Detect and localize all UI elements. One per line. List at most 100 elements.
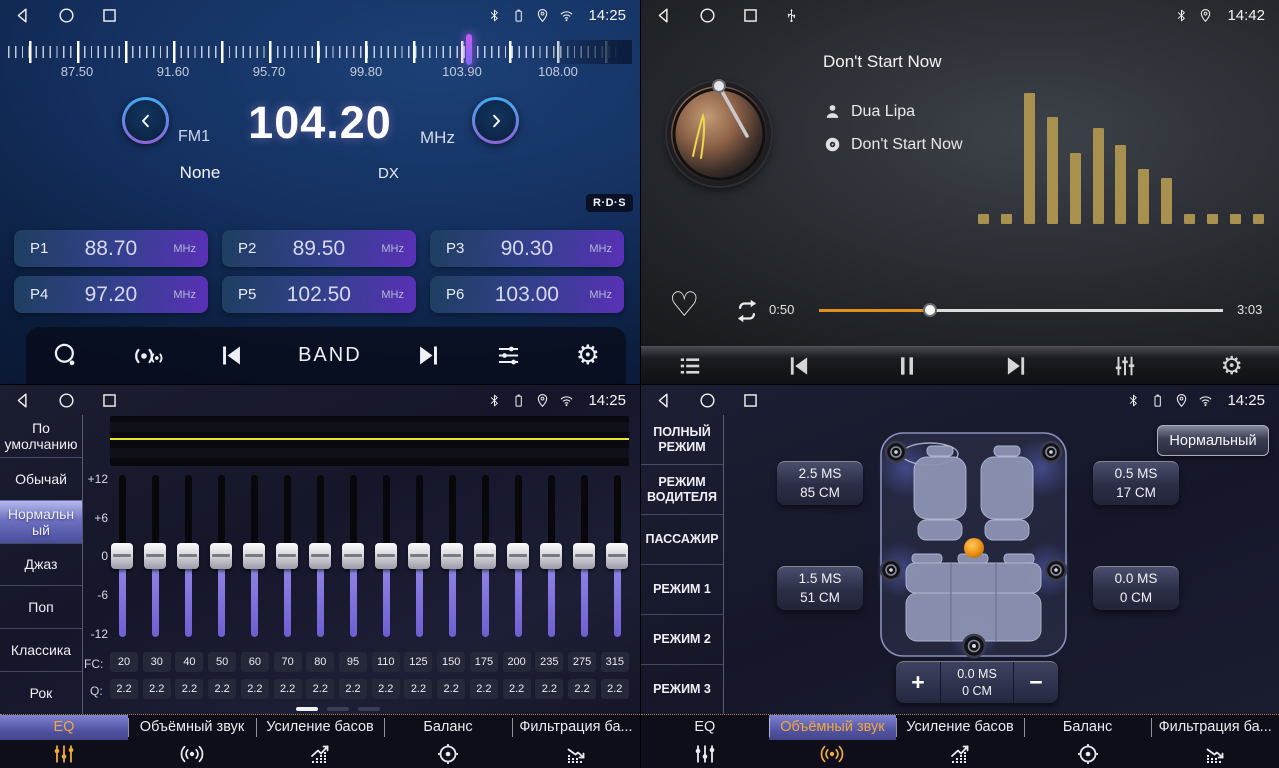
fc-value[interactable]: 95 <box>339 652 367 672</box>
eq-preset-item[interactable]: Поп <box>0 585 82 628</box>
tab-noise-filter[interactable]: Фильтрация ба... <box>512 715 640 768</box>
fc-value[interactable]: 40 <box>175 652 203 672</box>
back-icon[interactable] <box>655 391 674 410</box>
slider-handle[interactable] <box>111 543 133 569</box>
recent-apps-icon[interactable] <box>100 6 119 25</box>
q-value[interactable]: 2.2 <box>437 679 465 699</box>
eq-band-slider[interactable] <box>110 473 134 637</box>
sound-preset-button[interactable]: Нормальный <box>1157 425 1269 456</box>
q-value[interactable]: 2.2 <box>470 679 498 699</box>
eq-band-slider[interactable] <box>209 473 233 637</box>
slider-handle[interactable] <box>375 543 397 569</box>
q-value[interactable]: 2.2 <box>208 679 236 699</box>
fc-value[interactable]: 50 <box>208 652 236 672</box>
tab-surround[interactable]: Объёмный звук <box>769 715 897 768</box>
fc-value[interactable]: 30 <box>143 652 171 672</box>
back-icon[interactable] <box>655 6 674 25</box>
seek-up-button[interactable] <box>415 342 442 369</box>
band-button[interactable]: BAND <box>298 344 362 367</box>
eq-preset-item[interactable]: Классика <box>0 628 82 671</box>
preset-button[interactable]: P5 102.50 MHz <box>222 276 416 313</box>
tab-eq[interactable]: EQ <box>641 715 769 768</box>
tab-bass-boost[interactable]: Усиление басов <box>896 715 1024 768</box>
slider-handle[interactable] <box>276 543 298 569</box>
eq-preset-item[interactable]: Обычай <box>0 457 82 500</box>
fc-value[interactable]: 235 <box>535 652 563 672</box>
back-icon[interactable] <box>14 391 33 410</box>
eq-band-slider[interactable] <box>341 473 365 637</box>
slider-handle[interactable] <box>606 543 628 569</box>
q-value[interactable]: 2.2 <box>568 679 596 699</box>
tune-up-button[interactable] <box>472 97 519 144</box>
eq-band-slider[interactable] <box>473 473 497 637</box>
eq-preset-item[interactable]: Нормальный <box>0 500 82 543</box>
slider-handle[interactable] <box>210 543 232 569</box>
slider-handle[interactable] <box>144 543 166 569</box>
slider-handle[interactable] <box>243 543 265 569</box>
slider-handle[interactable] <box>441 543 463 569</box>
seek-thumb[interactable] <box>923 303 937 317</box>
aps-button[interactable] <box>132 340 164 372</box>
listening-mode-item[interactable]: ПОЛНЫЙ РЕЖИМ <box>641 415 723 464</box>
tab-bass-boost[interactable]: Усиление басов <box>256 715 384 768</box>
fc-value[interactable]: 315 <box>601 652 629 672</box>
car-cabin-diagram[interactable] <box>878 430 1069 659</box>
fc-value[interactable]: 175 <box>470 652 498 672</box>
scan-button[interactable] <box>52 342 79 369</box>
q-value[interactable]: 2.2 <box>241 679 269 699</box>
preset-button[interactable]: P6 103.00 MHz <box>430 276 624 313</box>
settings-button[interactable]: ⚙ <box>1221 353 1243 378</box>
eq-band-slider[interactable] <box>308 473 332 637</box>
preset-button[interactable]: P4 97.20 MHz <box>14 276 208 313</box>
slider-handle[interactable] <box>177 543 199 569</box>
fc-value[interactable]: 80 <box>306 652 334 672</box>
eq-band-slider[interactable] <box>506 473 530 637</box>
eq-band-slider[interactable] <box>539 473 563 637</box>
next-track-button[interactable] <box>1003 353 1029 379</box>
slider-handle[interactable] <box>540 543 562 569</box>
fc-value[interactable]: 150 <box>437 652 465 672</box>
equalizer-button[interactable] <box>1112 353 1138 379</box>
favorite-button[interactable]: ♡ <box>669 288 699 322</box>
q-value[interactable]: 2.2 <box>372 679 400 699</box>
fc-value[interactable]: 110 <box>372 652 400 672</box>
tab-surround[interactable]: Объёмный звук <box>128 715 256 768</box>
tab-noise-filter[interactable]: Фильтрация ба... <box>1151 715 1279 768</box>
preset-button[interactable]: P1 88.70 MHz <box>14 230 208 267</box>
home-icon[interactable] <box>57 391 76 410</box>
listening-mode-item[interactable]: РЕЖИМ 1 <box>641 564 723 614</box>
slider-handle[interactable] <box>408 543 430 569</box>
delay-rear-right[interactable]: 0.0 MS 0 CM <box>1093 566 1179 610</box>
q-value[interactable]: 2.2 <box>535 679 563 699</box>
equalizer-button[interactable] <box>495 342 522 369</box>
q-value[interactable]: 2.2 <box>404 679 432 699</box>
slider-handle[interactable] <box>507 543 529 569</box>
fc-value[interactable]: 275 <box>568 652 596 672</box>
eq-band-slider[interactable] <box>143 473 167 637</box>
home-icon[interactable] <box>698 6 717 25</box>
q-value[interactable]: 2.2 <box>339 679 367 699</box>
fc-value[interactable]: 20 <box>110 652 138 672</box>
tab-balance[interactable]: Баланс <box>384 715 512 768</box>
eq-preset-item[interactable]: Рок <box>0 671 82 714</box>
repeat-button[interactable] <box>731 296 763 326</box>
delay-rear-left[interactable]: 1.5 MS 51 CM <box>777 566 863 610</box>
recent-apps-icon[interactable] <box>741 391 760 410</box>
listening-mode-item[interactable]: ПАССАЖИР <box>641 514 723 564</box>
recent-apps-icon[interactable] <box>741 6 760 25</box>
listening-mode-item[interactable]: РЕЖИМ ВОДИТЕЛЯ <box>641 464 723 514</box>
fc-value[interactable]: 200 <box>503 652 531 672</box>
tuner-needle[interactable] <box>466 34 472 65</box>
eq-band-slider[interactable] <box>572 473 596 637</box>
preset-button[interactable]: P3 90.30 MHz <box>430 230 624 267</box>
eq-band-slider[interactable] <box>176 473 200 637</box>
listening-mode-item[interactable]: РЕЖИМ 2 <box>641 614 723 664</box>
eq-band-slider[interactable] <box>275 473 299 637</box>
playlist-button[interactable] <box>677 353 703 379</box>
tuner-scale[interactable] <box>8 40 632 64</box>
pause-button[interactable] <box>894 353 920 379</box>
listening-mode-item[interactable]: РЕЖИМ 3 <box>641 664 723 714</box>
decrease-delay-button[interactable]: − <box>1014 662 1058 703</box>
settings-button[interactable]: ⚙ <box>576 342 600 369</box>
q-value[interactable]: 2.2 <box>110 679 138 699</box>
